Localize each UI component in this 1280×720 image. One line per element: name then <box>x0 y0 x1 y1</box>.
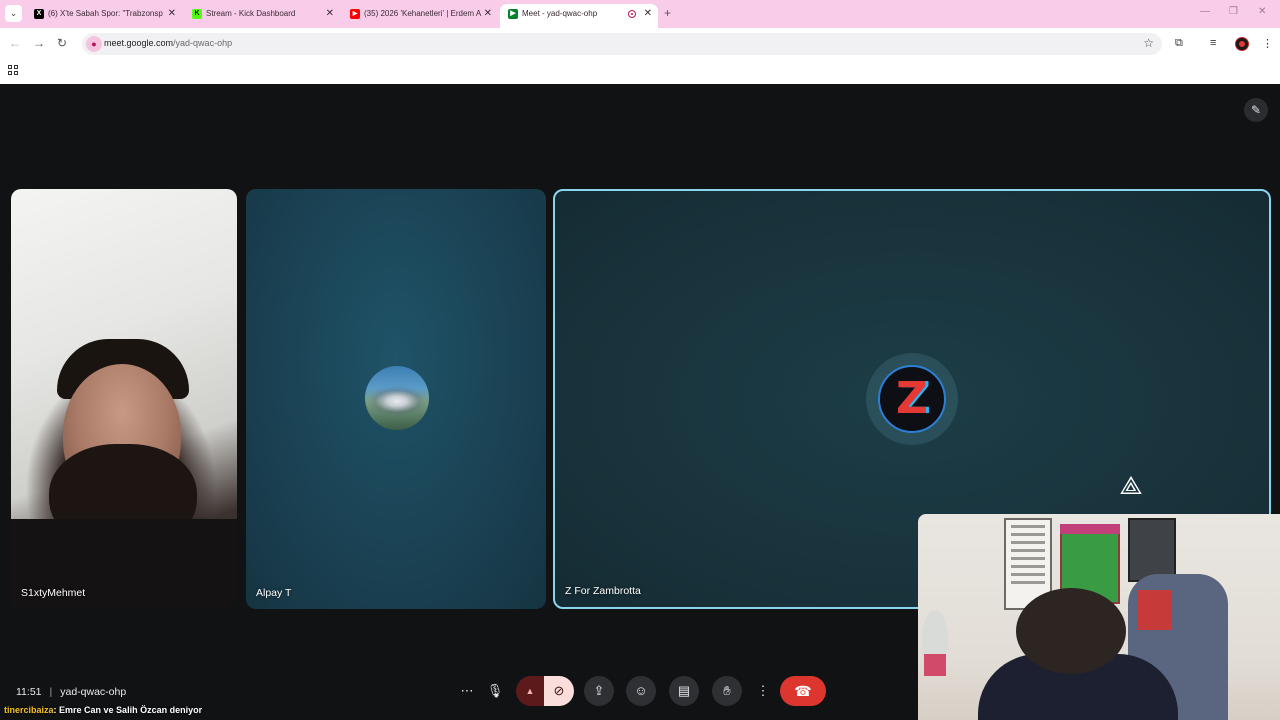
z-logo-avatar: Z <box>878 365 946 433</box>
participant-tile-video[interactable]: S1xtyMehmet <box>11 189 237 609</box>
more-menu-icon[interactable]: ⋮ <box>1262 37 1273 50</box>
chat-message: : Emre Can ve Salih Özcan deniyor <box>53 705 203 715</box>
kick-logo-icon: K <box>192 9 202 19</box>
minimize-icon[interactable]: — <box>1200 6 1210 17</box>
reload-icon[interactable]: ↻ <box>57 36 67 50</box>
close-window-icon[interactable]: ✕ <box>1258 6 1266 17</box>
maximize-icon[interactable]: ❐ <box>1229 6 1238 17</box>
room-decor <box>924 654 946 676</box>
end-call-icon[interactable]: ☎︎ <box>780 676 826 706</box>
visual-effects-icon[interactable]: ✎ <box>1244 98 1268 122</box>
tab-search-icon[interactable]: ⌄ <box>5 5 22 22</box>
meet-stage: ✎ S1xtyMehmet Alpay T Z Z For Zambrotta … <box>0 84 1280 720</box>
tab-youtube[interactable]: ▶ (35) 2026 'Kehanetleri' | Erdem A ✕ <box>342 4 498 28</box>
recording-icon <box>628 10 636 18</box>
stream-logo-icon: ⟁ <box>1119 470 1143 500</box>
participant-name: S1xtyMehmet <box>21 587 86 599</box>
youtube-logo-icon: ▶ <box>350 9 360 19</box>
tab-x[interactable]: X (6) X'te Sabah Spor: "Trabzonsp ✕ <box>26 4 182 28</box>
camera-off-icon[interactable]: ⊘ <box>544 676 574 706</box>
close-tab-icon[interactable]: ✕ <box>644 4 652 24</box>
participant-tile-avatar[interactable]: Alpay T <box>246 189 546 609</box>
extensions-icon[interactable]: ⧉ <box>1175 37 1183 50</box>
close-tab-icon[interactable]: ✕ <box>168 4 176 24</box>
chat-ticker: tinercibaiza: Emre Can ve Salih Özcan de… <box>4 705 202 715</box>
microphone-in-use-icon[interactable]: ● <box>86 36 102 52</box>
media-controls-icon[interactable]: ≡ <box>1210 37 1216 49</box>
emoji-reaction-icon[interactable]: ☺ <box>626 676 656 706</box>
tab-meet[interactable]: ▶ Meet - yad-qwac-ohp ✕ <box>500 4 658 28</box>
meeting-code: yad-qwac-ohp <box>60 686 127 698</box>
webcam-overlay <box>918 514 1280 720</box>
close-tab-icon[interactable]: ✕ <box>484 4 492 24</box>
present-screen-icon[interactable]: ⇪ <box>584 676 614 706</box>
apps-grid-icon[interactable] <box>8 65 18 75</box>
meeting-details[interactable]: 11:51 | yad-qwac-ohp <box>16 686 126 698</box>
more-actions-icon[interactable]: ⋮ <box>748 676 778 706</box>
stadium-avatar <box>365 366 429 430</box>
new-tab-icon[interactable]: + <box>664 6 671 20</box>
toolbar: ← → ↻ ● meet.google.com/yad-qwac-ohp ☆ ⧉… <box>0 28 1280 60</box>
meeting-time: 11:51 <box>16 686 42 698</box>
microphone-icon[interactable]: 🎙︎ <box>480 676 510 706</box>
forward-icon[interactable]: → <box>33 36 45 50</box>
tactics-board <box>1128 518 1176 582</box>
raise-hand-icon[interactable]: ✋︎ <box>712 676 742 706</box>
streamer-head <box>1016 588 1126 674</box>
bookmark-star-icon[interactable]: ☆ <box>1143 36 1154 50</box>
tab-kick[interactable]: K Stream - Kick Dashboard ✕ <box>184 4 340 28</box>
participant-name: Z For Zambrotta <box>565 585 641 597</box>
close-tab-icon[interactable]: ✕ <box>326 4 334 24</box>
url-text[interactable]: meet.google.com/yad-qwac-ohp <box>104 38 232 48</box>
google-meet-icon: ▶ <box>508 9 518 19</box>
wall-shelf <box>1138 590 1172 630</box>
profile-avatar[interactable] <box>1235 37 1249 51</box>
back-icon[interactable]: ← <box>9 36 21 50</box>
camera-options-chevron-icon[interactable]: ▲ <box>516 676 544 706</box>
chat-username: tinercibaiza <box>4 705 54 715</box>
participant-name: Alpay T <box>256 587 292 599</box>
meeting-separator: | <box>49 686 53 698</box>
captions-icon[interactable]: ▤ <box>669 676 699 706</box>
address-bar[interactable]: ● meet.google.com/yad-qwac-ohp ☆ <box>82 33 1162 55</box>
tab-strip: ⌄ X (6) X'te Sabah Spor: "Trabzonsp ✕ K … <box>0 0 1280 28</box>
x-logo-icon: X <box>34 9 44 19</box>
bookmarks-bar <box>0 60 1280 84</box>
more-options-icon[interactable]: ⋯ <box>452 676 482 706</box>
